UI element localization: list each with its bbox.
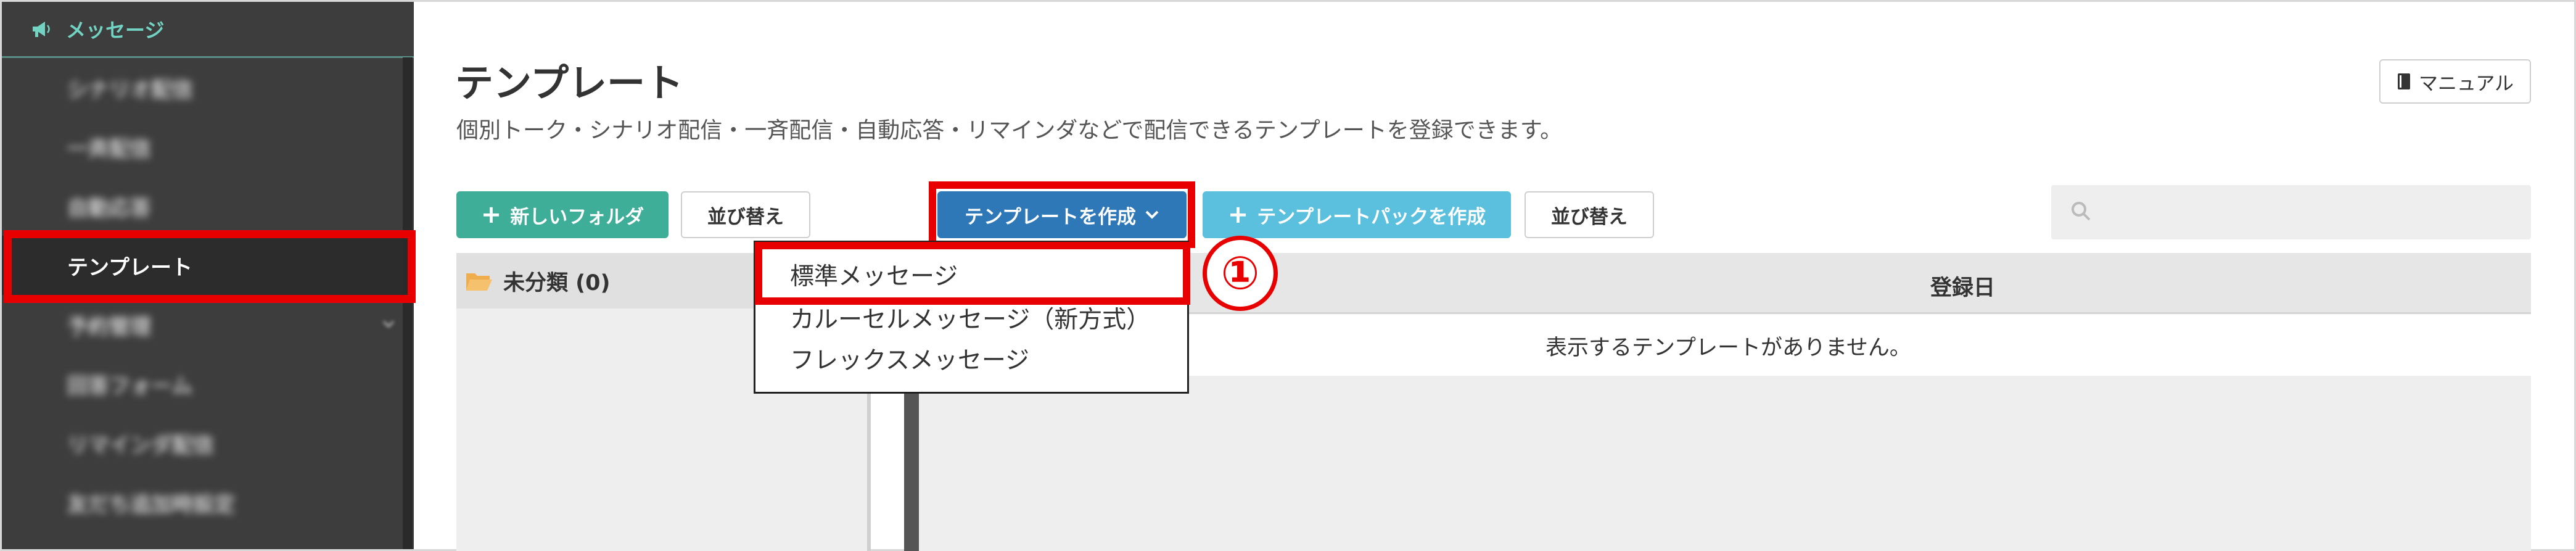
sidebar-item-reservation[interactable]: 予約管理 [2, 295, 414, 354]
sidebar-item-label: リマインダ配信 [67, 433, 214, 458]
sort-templates-label: 並び替え [1551, 205, 1627, 228]
sidebar-item-label: 自動応答 [67, 196, 151, 221]
menu-item-flex-message[interactable]: フレックスメッセージ [790, 341, 1029, 376]
create-template-pack-button[interactable]: + テンプレートパックを作成 [1203, 191, 1511, 238]
folder-open-icon [466, 273, 492, 291]
manual-button[interactable]: マニュアル [2379, 59, 2531, 104]
sidebar-item-form[interactable]: 回答フォーム [2, 354, 414, 413]
search-icon [2072, 202, 2091, 221]
new-folder-button[interactable]: + 新しいフォルダ [456, 191, 669, 238]
create-template-pack-label: テンプレートパックを作成 [1257, 205, 1486, 228]
sidebar-scrollbar[interactable] [403, 57, 413, 549]
menu-item-carousel-message[interactable]: カルーセルメッセージ（新方式） [790, 300, 1150, 335]
sidebar-item-label: 友だち追加時設定 [67, 492, 235, 517]
sidebar-item-broadcast[interactable]: 一斉配信 [2, 117, 414, 176]
sidebar-item-label: 一斉配信 [67, 136, 151, 162]
search-input[interactable] [2051, 185, 2531, 239]
empty-state-message: 表示するテンプレートがありません。 [1545, 336, 1911, 360]
sidebar-item-reminder[interactable]: リマインダ配信 [2, 413, 414, 473]
highlight-box-sidebar-template [4, 230, 416, 303]
sort-folders-label: 並び替え [707, 205, 784, 228]
sidebar-header-messages[interactable]: メッセージ [2, 2, 414, 58]
sidebar-item-label: 予約管理 [67, 314, 151, 339]
template-table-filler [919, 376, 2531, 551]
megaphone-icon [33, 22, 50, 37]
highlight-box-create-template [929, 181, 1195, 248]
plus-icon: + [1227, 201, 1249, 229]
sort-folders-button[interactable]: 並び替え [681, 191, 810, 238]
step-number-badge: ① [1203, 236, 1278, 311]
highlight-box-standard-message [755, 242, 1190, 305]
new-folder-label: 新しいフォルダ [510, 205, 644, 228]
page-title: テンプレート [455, 60, 684, 106]
sidebar-item-label: シナリオ配信 [67, 77, 193, 102]
page-description: 個別トーク・シナリオ配信・一斉配信・自動応答・リマインダなどで配信できるテンプレ… [456, 118, 1563, 143]
sidebar-item-friend-add[interactable]: 友だち追加時設定 [2, 473, 414, 532]
sidebar-item-label: 回答フォーム [67, 373, 192, 399]
book-icon [2397, 73, 2410, 89]
plus-icon: + [480, 201, 502, 229]
sort-templates-button[interactable]: 並び替え [1525, 191, 1654, 238]
sidebar-header-label: メッセージ [66, 19, 165, 42]
folder-label: 未分類 (0) [503, 270, 611, 296]
manual-button-label: マニュアル [2418, 72, 2514, 95]
column-registered-date[interactable]: 登録日 [1930, 270, 1995, 302]
sidebar-item-auto-reply[interactable]: 自動応答 [2, 176, 414, 236]
chevron-down-icon [382, 320, 395, 328]
sidebar-item-scenario[interactable]: シナリオ配信 [2, 58, 414, 117]
